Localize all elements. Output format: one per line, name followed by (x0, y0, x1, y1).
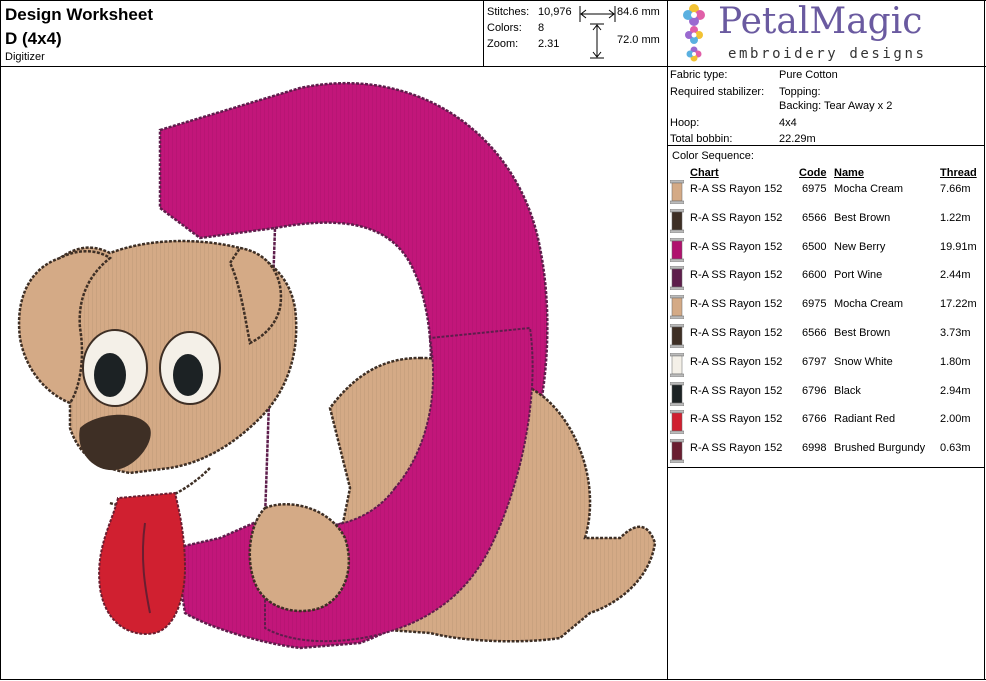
bobbin-value: 22.29m (779, 133, 816, 145)
thread-spool-icon (670, 324, 684, 348)
thread-length: 2.44m (940, 269, 971, 282)
thread-row: R-A SS Rayon 152 6796 Black 2.94m (668, 381, 984, 411)
dog-tongue (98, 491, 187, 635)
colors-label: Colors: (487, 22, 522, 34)
thread-chart: R-A SS Rayon 152 (690, 183, 783, 195)
stitches-value: 10,976 (538, 6, 572, 18)
thread-spool-icon (670, 208, 684, 233)
design-height: 72.0 mm (617, 34, 660, 46)
thread-name: Best Brown (834, 211, 891, 224)
thread-name: Best Brown (834, 327, 891, 339)
thread-name: Mocha Cream (834, 183, 904, 195)
zoom-label: Zoom: (487, 38, 519, 50)
thread-code: 6998 (802, 442, 827, 455)
thread-code: 6797 (802, 355, 827, 368)
frame-right-border (984, 0, 985, 680)
thread-name: Radiant Red (834, 413, 896, 426)
thread-chart: R-A SS Rayon 152 (690, 240, 783, 253)
logo-tagline: embroidery designs (728, 46, 927, 62)
backing-value: Backing: Tear Away x 2 (779, 100, 893, 112)
thread-spool-icon (670, 439, 684, 464)
flower-icon (683, 4, 705, 62)
thread-chart: R-A SS Rayon 152 (690, 298, 783, 311)
thread-length: 17.22m (940, 298, 977, 311)
thread-length: 7.66m (940, 183, 971, 195)
thread-code: 6566 (802, 211, 827, 224)
thread-code: 6500 (802, 240, 827, 253)
page-title: Design Worksheet (5, 5, 154, 24)
thread-row: R-A SS Rayon 152 6998 Brushed Burgundy 0.63… (668, 439, 984, 468)
thread-row: R-A SS Rayon 152 6797 Snow White 1.80m (668, 352, 984, 382)
thread-row: R-A SS Rayon 152 6600 Port Wine 2.44m (668, 266, 984, 295)
topping-value: Topping: (779, 86, 821, 98)
thread-row: R-A SS Rayon 152 6766 Radiant Red 2.00m (668, 410, 984, 439)
thread-spool-icon (670, 180, 684, 204)
thread-row: R-A SS Rayon 152 6566 Best Brown 3.73m (668, 324, 984, 353)
thread-name: New Berry (834, 240, 886, 253)
thread-length: 2.94m (940, 384, 971, 397)
fabric-value: Pure Cotton (779, 69, 838, 81)
thread-chart: R-A SS Rayon 152 (690, 413, 783, 426)
stabilizer-label: Required stabilizer: (670, 86, 765, 98)
thread-spool-icon (670, 266, 684, 291)
design-name: D (4x4) (5, 29, 62, 48)
thread-spool-icon (670, 381, 684, 406)
thread-name: Snow White (834, 355, 893, 368)
thread-row: R-A SS Rayon 152 6975 Mocha Cream 7.66m (668, 180, 984, 209)
header-name: Name (834, 167, 864, 179)
spec-block: Fabric type: Pure Cotton Required stabili… (670, 68, 979, 146)
fabric-label: Fabric type: (670, 69, 728, 81)
zoom-value: 2.31 (538, 38, 560, 50)
thread-chart: R-A SS Rayon 152 (690, 211, 783, 224)
thread-spool-icon (670, 237, 684, 262)
header-thread: Thread (940, 167, 977, 179)
stats-block: Stitches: 10,976 Colors: 8 Zoom: 2.31 (487, 4, 578, 52)
thread-code: 6975 (802, 183, 827, 195)
thread-length: 19.91m (940, 240, 977, 253)
thread-chart: R-A SS Rayon 152 (690, 442, 783, 455)
stitches-label: Stitches: (487, 6, 530, 18)
thread-row: R-A SS Rayon 152 6975 Mocha Cream 17.22m (668, 295, 984, 324)
thread-name: Black (834, 384, 861, 397)
header-divider-1 (483, 0, 484, 67)
thread-row: R-A SS Rayon 152 6566 Best Brown 1.22m (668, 208, 984, 238)
thread-spool-icon (670, 410, 684, 435)
thread-chart: R-A SS Rayon 152 (690, 355, 783, 368)
colors-value: 8 (538, 22, 545, 34)
dimension-arrows-icon (579, 6, 616, 59)
thread-code: 6566 (802, 327, 827, 339)
thread-chart: R-A SS Rayon 152 (690, 327, 783, 339)
hoop-label: Hoop: (670, 117, 700, 129)
header-divider (0, 66, 986, 67)
embroidery-design-preview (17, 82, 657, 650)
thread-name: Mocha Cream (834, 298, 904, 311)
thread-code: 6796 (802, 384, 827, 397)
thread-chart: R-A SS Rayon 152 (690, 269, 783, 282)
thread-row: R-A SS Rayon 152 6500 New Berry 19.91m (668, 237, 984, 267)
thread-code: 6766 (802, 413, 827, 426)
thread-name: Brushed Burgundy (834, 442, 926, 455)
hoop-value: 4x4 (779, 117, 797, 129)
bobbin-label: Total bobbin: (670, 133, 733, 145)
thread-length: 0.63m (940, 442, 971, 455)
thread-length: 1.80m (940, 355, 971, 368)
thread-length: 1.22m (940, 211, 971, 224)
thread-code: 6600 (802, 269, 827, 282)
thread-chart: R-A SS Rayon 152 (690, 384, 783, 397)
thread-spool-icon (670, 295, 684, 320)
thread-length: 2.00m (940, 413, 971, 426)
dog-paw (248, 503, 350, 613)
thread-spool-icon (670, 352, 684, 377)
thread-name: Port Wine (834, 269, 883, 282)
thread-length: 3.73m (940, 327, 971, 339)
header-chart: Chart (690, 167, 719, 179)
design-width: 84.6 mm (617, 6, 660, 18)
header-code: Code (799, 167, 827, 179)
brand-logo: PetalMagic embroidery designs (682, 1, 982, 65)
role-label: Digitizer (5, 51, 45, 63)
thread-code: 6975 (802, 298, 827, 311)
color-sequence-label: Color Sequence: (672, 150, 754, 162)
logo-wordmark: PetalMagic (718, 1, 923, 42)
